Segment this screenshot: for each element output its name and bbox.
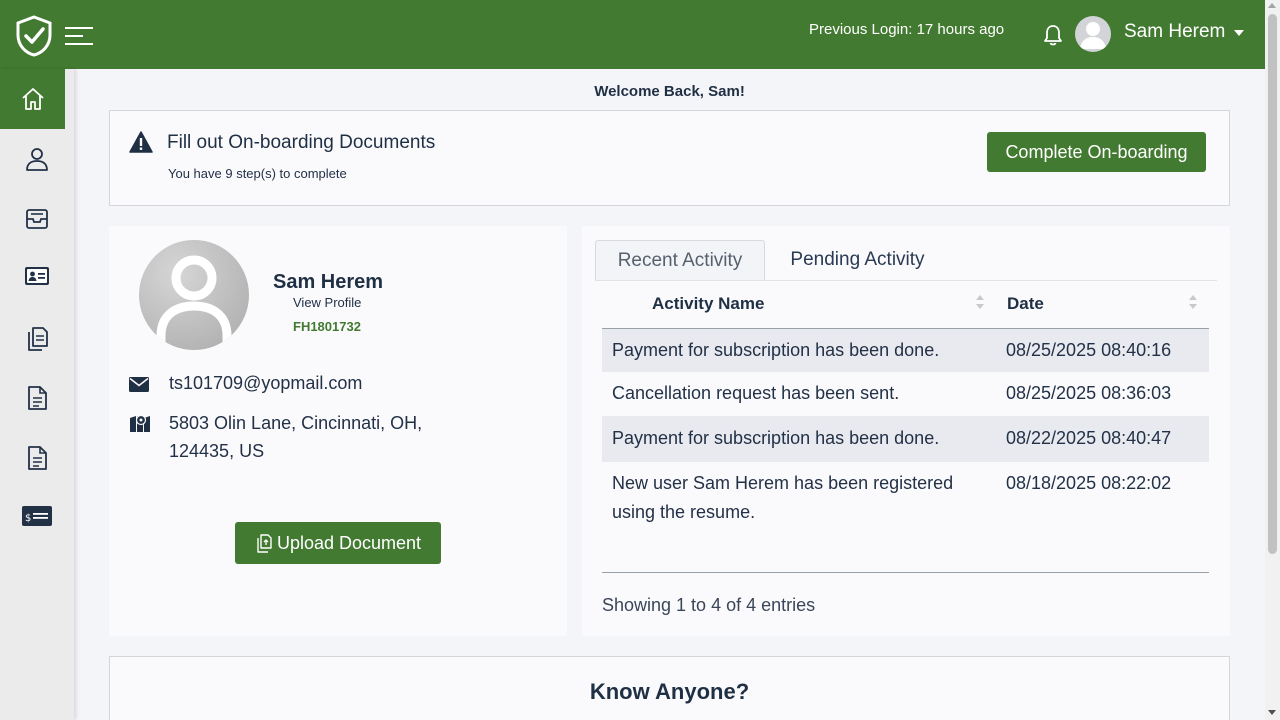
sidebar-item-inbox[interactable]: [0, 189, 74, 249]
document-icon: [28, 386, 47, 410]
table-row: Payment for subscription has been done. …: [602, 329, 1209, 372]
upload-file-icon: [257, 533, 272, 553]
onboarding-title: Fill out On-boarding Documents: [167, 132, 436, 153]
sidebar-item-document-a[interactable]: [0, 368, 74, 428]
onboarding-card: Fill out On-boarding Documents You have …: [109, 110, 1230, 206]
document-icon: [28, 446, 47, 470]
sidebar-item-profile[interactable]: [0, 129, 74, 189]
know-anyone-title: Know Anyone?: [589, 679, 750, 704]
activity-name-cell: New user Sam Herem has been registered u…: [612, 473, 954, 522]
sidebar-item-id-card[interactable]: [0, 246, 74, 306]
sidebar-item-document-b[interactable]: [0, 428, 74, 488]
activity-name-cell: Payment for subscription has been done.: [612, 428, 940, 448]
profile-name: Sam Herem: [273, 271, 384, 293]
upload-document-button[interactable]: Upload Document: [235, 522, 441, 564]
sidebar-item-documents[interactable]: [0, 308, 74, 368]
tab-recent-activity[interactable]: Recent Activity: [595, 240, 765, 280]
sort-icon[interactable]: [976, 294, 984, 312]
user-avatar[interactable]: [1075, 16, 1111, 52]
column-header-activity-name[interactable]: Activity Name: [652, 294, 764, 314]
activity-date-cell: 08/18/2025 08:22:02: [1006, 473, 1172, 493]
scroll-down-arrow-icon[interactable]: [1268, 710, 1276, 715]
table-entries-info: Showing 1 to 4 of 4 entries: [602, 595, 816, 615]
svg-text:$: $: [25, 513, 31, 524]
table-row: New user Sam Herem has been registered u…: [602, 462, 1209, 532]
documents-icon: [28, 327, 48, 351]
sidebar-item-home[interactable]: [0, 69, 65, 129]
column-header-date[interactable]: Date: [1007, 294, 1044, 314]
user-name-dropdown[interactable]: Sam Herem: [1124, 21, 1225, 43]
scroll-thumb[interactable]: [1268, 14, 1277, 554]
sidebar: $: [0, 69, 74, 720]
tab-pending-activity[interactable]: Pending Activity: [775, 240, 940, 280]
scroll-up-arrow-icon[interactable]: [1268, 3, 1276, 8]
inbox-icon: [26, 209, 48, 229]
sidebar-item-payment[interactable]: $: [0, 486, 74, 546]
top-bar: Previous Login: 17 hours ago Sam Herem: [0, 0, 1280, 69]
profile-avatar: [139, 240, 249, 350]
sort-icon[interactable]: [1189, 294, 1197, 312]
activity-date-cell: 08/22/2025 08:40:47: [1006, 428, 1172, 448]
tab-divider: [595, 280, 1217, 281]
table-row: Cancellation request has been sent. 08/2…: [602, 372, 1209, 416]
user-icon: [26, 148, 48, 171]
table-footer-divider: [602, 572, 1209, 573]
complete-onboarding-button[interactable]: Complete On-boarding: [987, 132, 1206, 172]
bell-icon[interactable]: [1042, 24, 1064, 46]
activity-card: Recent Activity Pending Activity Activit…: [582, 226, 1230, 636]
home-icon: [21, 88, 44, 110]
view-profile-link[interactable]: View Profile: [293, 295, 361, 310]
profile-email: ts101709@yopmail.com: [169, 373, 363, 393]
caret-down-icon[interactable]: [1234, 30, 1244, 36]
previous-login-text: Previous Login: 17 hours ago: [809, 21, 1005, 38]
profile-id: FH1801732: [293, 319, 361, 334]
activity-date-cell: 08/25/2025 08:40:16: [1006, 340, 1172, 360]
activity-date-cell: 08/25/2025 08:36:03: [1006, 383, 1172, 403]
know-anyone-card: Know Anyone?: [109, 656, 1230, 720]
id-card-icon: [25, 267, 49, 285]
onboarding-steps-text: You have 9 step(s) to complete: [168, 166, 347, 181]
activity-name-cell: Payment for subscription has been done.: [612, 340, 940, 360]
map-marker-icon: [130, 414, 150, 432]
upload-document-label: Upload Document: [276, 532, 422, 553]
warning-icon: [129, 131, 153, 153]
envelope-icon: [129, 377, 149, 392]
profile-address: 5803 Olin Lane, Cincinnati, OH, 124435, …: [169, 413, 423, 461]
table-row: Payment for subscription has been done. …: [602, 416, 1209, 462]
profile-card: Sam Herem View Profile FH1801732 ts10170…: [109, 226, 567, 636]
welcome-message: Welcome Back, Sam!: [594, 83, 745, 100]
shield-check-logo-icon[interactable]: [15, 15, 53, 57]
page-scrollbar[interactable]: [1265, 0, 1280, 720]
menu-toggle-icon[interactable]: [65, 27, 93, 49]
activity-name-cell: Cancellation request has been sent.: [612, 383, 900, 403]
payment-card-icon: $: [22, 506, 52, 526]
